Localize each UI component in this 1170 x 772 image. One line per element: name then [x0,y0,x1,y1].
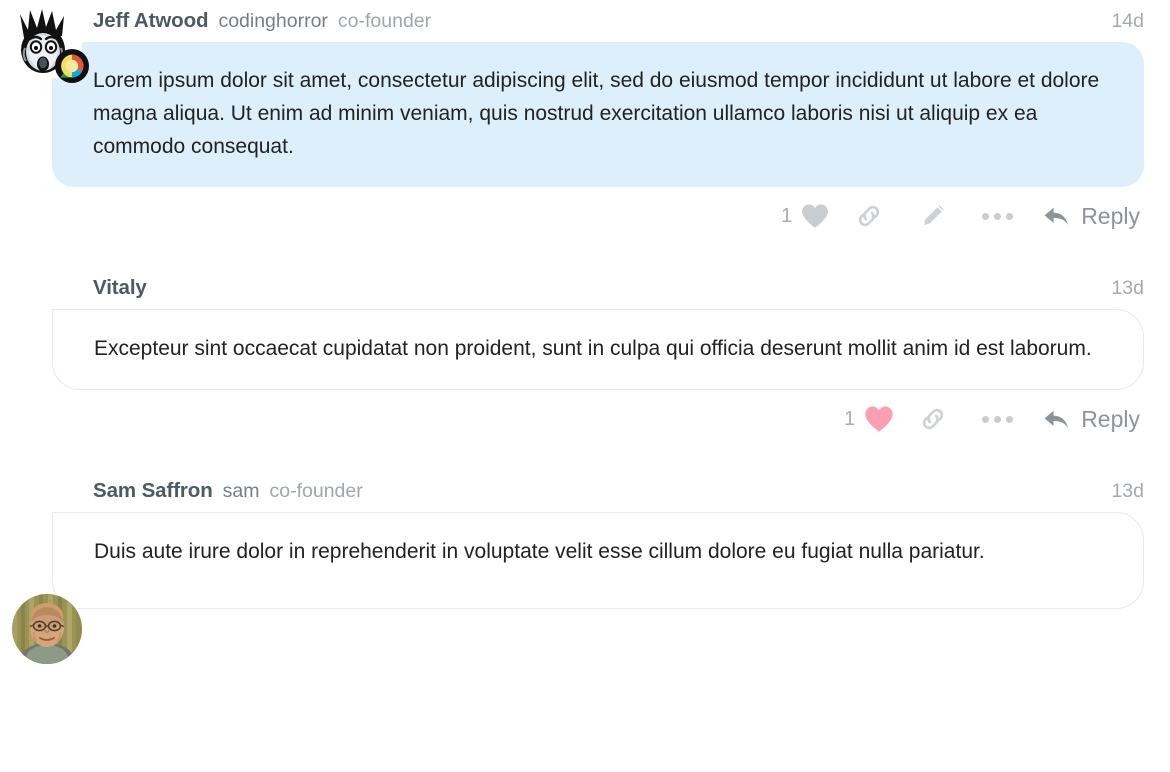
link-icon [923,408,944,430]
post-timestamp[interactable]: 13d [1111,480,1144,503]
avatar-image-vitaly[interactable] [12,594,82,664]
author-name[interactable]: Vitaly [93,276,147,300]
link-button[interactable] [837,193,901,239]
like-button[interactable]: 1 [773,193,837,239]
pencil-icon [924,205,944,225]
post-actions: 1 Reply [0,187,1170,245]
link-icon [859,205,880,227]
author-title: co-founder [269,479,363,502]
post-jeff-atwood: Jeff Atwood codinghorror co-founder 14d … [0,0,1170,245]
like-button[interactable]: 1 [837,396,901,442]
more-button[interactable] [965,396,1029,442]
author-username[interactable]: codinghorror [218,10,327,33]
edit-button[interactable] [901,193,965,239]
post-actions: 1 Reply [0,390,1170,448]
reply-label: Reply [1081,405,1140,432]
post-header: Jeff Atwood codinghorror co-founder 14d [0,0,1170,42]
post-stream: Jeff Atwood codinghorror co-founder 14d … [0,0,1170,772]
discourse-badge-icon [55,49,89,83]
post-body: Lorem ipsum dolor sit amet, consectetur … [52,42,1144,187]
heart-icon [865,406,893,432]
author-title: co-founder [337,9,432,32]
reply-button[interactable]: Reply [1029,193,1144,239]
post-sam-saffron: Sam Saffron sam co-founder 13d Duis aute… [0,470,1170,609]
author-username[interactable]: sam [223,480,260,503]
heart-icon [802,204,829,228]
reply-label: Reply [1081,202,1140,229]
post-timestamp[interactable]: 13d [1111,277,1144,300]
reply-button[interactable]: Reply [1029,396,1144,442]
like-count: 1 [781,205,793,227]
more-button[interactable] [965,193,1029,239]
avatar[interactable] [12,8,89,83]
like-count: 1 [844,408,856,430]
post-body: Excepteur sint occaecat cupidatat non pr… [52,309,1144,390]
ellipsis-icon [981,415,1013,423]
post-vitaly: Vitaly 13d Excepteur sint occaecat cupid… [0,267,1170,664]
author-name[interactable]: Jeff Atwood [93,9,209,33]
author-name[interactable]: Sam Saffron [93,479,213,503]
ellipsis-icon [981,212,1013,220]
post-header: Vitaly 13d [0,267,1170,309]
post-timestamp[interactable]: 14d [1111,10,1144,33]
reply-arrow-icon [1044,207,1069,225]
reply-arrow-icon [1044,410,1069,428]
post-body: Duis aute irure dolor in reprehenderit i… [52,512,1144,609]
avatar[interactable] [12,594,82,664]
post-header: Sam Saffron sam co-founder 13d [0,470,1170,512]
link-button[interactable] [901,396,965,442]
